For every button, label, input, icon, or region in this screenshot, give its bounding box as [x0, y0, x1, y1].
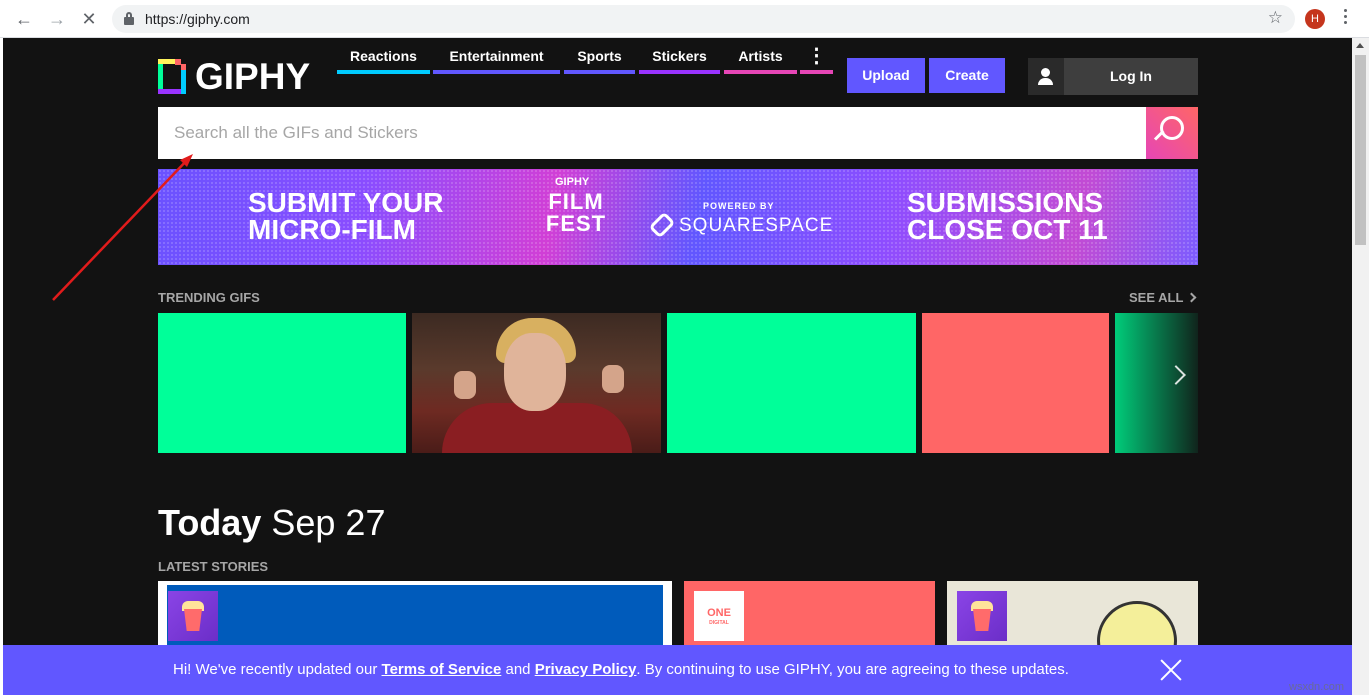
nav-label: Artists [738, 48, 783, 64]
address-bar[interactable]: https://giphy.com ☆ [112, 5, 1295, 33]
close-icon[interactable] [1159, 658, 1183, 682]
today-word: Today [158, 502, 262, 543]
today-date: Sep 27 [271, 502, 386, 543]
search-button[interactable] [1146, 107, 1198, 159]
trending-gif-tile[interactable] [158, 313, 406, 453]
giphy-logo-mark-icon [158, 59, 186, 94]
banner-right-text: SUBMISSIONS CLOSE OCT 11 [907, 187, 1108, 245]
search-input[interactable] [158, 107, 1146, 159]
nav-artists[interactable]: Artists [724, 38, 797, 74]
see-all-link[interactable]: SEE ALL [1129, 290, 1197, 305]
banner-right-line2: CLOSE OCT 11 [907, 214, 1108, 245]
notice-message: Hi! We've recently updated our Terms of … [173, 661, 1069, 678]
film-fest-banner[interactable]: SUBMIT YOUR MICRO-FILM GIPHY FILM FEST P… [158, 169, 1198, 265]
notice-text: and [501, 661, 535, 678]
search-bar [158, 107, 1146, 159]
forward-arrow-icon[interactable]: → [46, 8, 68, 30]
giphy-logo[interactable]: GIPHY [158, 56, 311, 97]
banner-right-line1: SUBMISSIONS [907, 187, 1104, 218]
nav-label: Stickers [652, 48, 707, 64]
user-icon [1028, 58, 1064, 95]
browser-toolbar: ← → ✕ https://giphy.com ☆ H [0, 0, 1369, 38]
popcorn-icon [957, 591, 1007, 641]
giphy-page: GIPHY Reactions Entertainment Sports Sti… [3, 38, 1352, 695]
popcorn-icon [168, 591, 218, 641]
notice-text: . By continuing to use GIPHY, you are ag… [636, 661, 1069, 678]
profile-avatar[interactable]: H [1305, 9, 1325, 29]
fest-line1: FILM [548, 189, 604, 214]
nav-entertainment[interactable]: Entertainment [433, 38, 560, 74]
scroll-up-icon[interactable] [1356, 43, 1364, 48]
nav-label: Sports [577, 48, 622, 64]
squarespace-icon [648, 211, 676, 239]
create-button[interactable]: Create [929, 58, 1005, 93]
terms-of-service-link[interactable]: Terms of Service [382, 661, 502, 678]
nav-sports[interactable]: Sports [564, 38, 635, 74]
sponsor-name: SQUARESPACE [679, 215, 834, 236]
bookmark-star-icon[interactable]: ☆ [1268, 8, 1283, 28]
browser-menu-icon[interactable] [1344, 9, 1348, 27]
notice-text: Hi! We've recently updated our [173, 661, 382, 678]
watermark: wsxdn.com [1289, 681, 1345, 693]
banner-left-line2: MICRO-FILM [248, 214, 416, 245]
latest-stories-label: LATEST STORIES [158, 559, 269, 574]
today-heading: Today Sep 27 [158, 502, 385, 544]
terms-notice-bar: Hi! We've recently updated our Terms of … [3, 645, 1352, 695]
page-scrollbar[interactable] [1352, 38, 1369, 695]
nav-label: Entertainment [449, 48, 544, 64]
lock-icon [124, 12, 134, 25]
film-fest-logo: FILM FEST [544, 191, 608, 235]
back-arrow-icon[interactable]: ← [13, 8, 35, 30]
one-digital-logo: ONE DIGITAL [694, 591, 744, 641]
trending-gif-tile[interactable] [922, 313, 1109, 453]
nav-stickers[interactable]: Stickers [639, 38, 720, 74]
banner-brand: GIPHY [555, 176, 590, 188]
login-button[interactable]: Log In [1028, 58, 1198, 95]
squarespace-logo: SQUARESPACE [648, 211, 834, 239]
search-icon [1160, 116, 1184, 140]
chevron-right-icon [1186, 292, 1197, 303]
see-all-label: SEE ALL [1129, 290, 1184, 305]
privacy-policy-link[interactable]: Privacy Policy [535, 661, 637, 678]
banner-left-line1: SUBMIT YOUR [248, 187, 444, 218]
nav-label: Reactions [350, 48, 417, 64]
logo-text: GIPHY [195, 56, 311, 97]
login-label: Log In [1110, 68, 1152, 84]
scrollbar-thumb[interactable] [1355, 55, 1366, 245]
url-text[interactable]: https://giphy.com [145, 11, 250, 27]
banner-left-text: SUBMIT YOUR MICRO-FILM [248, 187, 444, 245]
nav-more-icon[interactable]: ⋮ [800, 38, 833, 74]
fest-line2: FEST [545, 211, 607, 236]
trending-gif-tile[interactable] [667, 313, 916, 453]
powered-by-label: POWERED BY [703, 201, 775, 211]
trending-label: TRENDING GIFS [158, 290, 260, 305]
upload-button[interactable]: Upload [847, 58, 925, 93]
stop-loading-icon[interactable]: ✕ [78, 8, 100, 30]
trending-gif-tile[interactable] [412, 313, 661, 453]
nav-reactions[interactable]: Reactions [337, 38, 430, 74]
